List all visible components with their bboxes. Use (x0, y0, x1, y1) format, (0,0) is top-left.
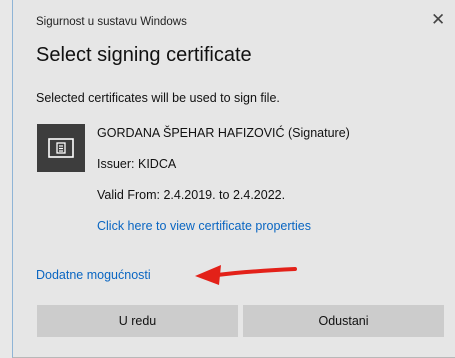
signing-dialog: Sigurnost u sustavu Windows ✕ Select sig… (12, 0, 455, 358)
certificate-icon[interactable] (37, 124, 85, 172)
more-options-link[interactable]: Dodatne mogućnosti (36, 268, 151, 282)
ok-button[interactable]: U redu (37, 305, 238, 337)
window-title: Sigurnost u sustavu Windows (36, 16, 187, 28)
certificate-issuer: Issuer: KIDCA (97, 157, 177, 171)
certificate-name: GORDANA ŠPEHAR HAFIZOVIĆ (Signature) (97, 126, 350, 140)
close-button[interactable]: ✕ (431, 8, 455, 32)
close-icon: ✕ (431, 10, 446, 29)
dialog-description: Selected certificates will be used to si… (36, 91, 280, 105)
view-certificate-properties-link[interactable]: Click here to view certificate propertie… (97, 219, 311, 233)
cancel-button[interactable]: Odustani (243, 305, 444, 337)
red-arrow-annotation (195, 265, 297, 285)
dialog-heading: Select signing certificate (36, 44, 252, 66)
certificate-validity: Valid From: 2.4.2019. to 2.4.2022. (97, 188, 286, 202)
